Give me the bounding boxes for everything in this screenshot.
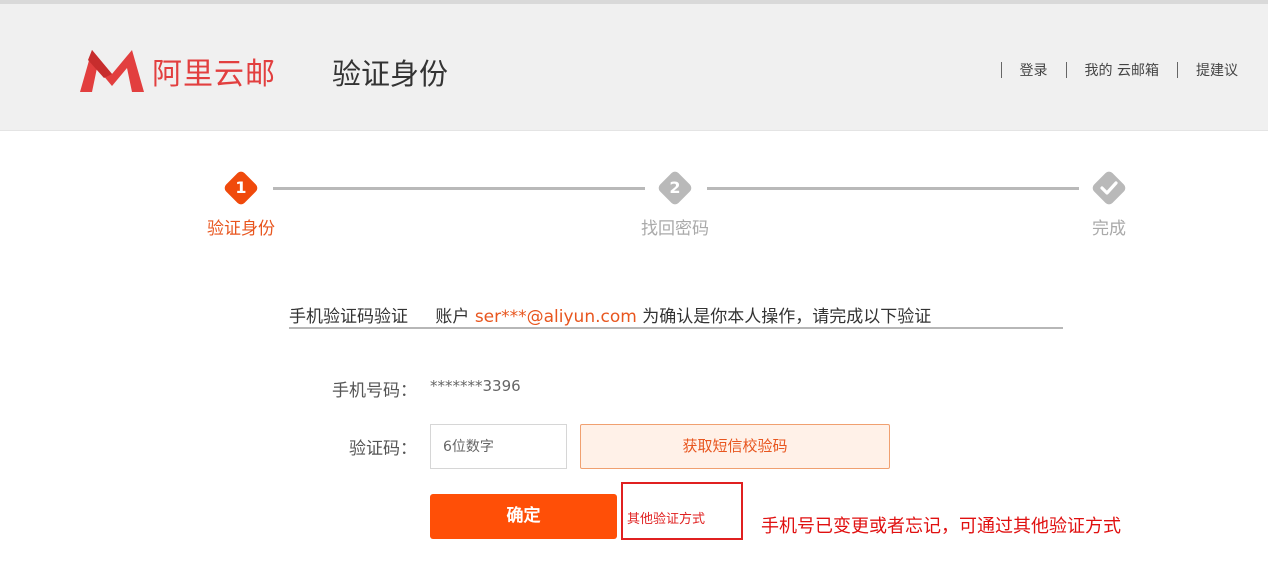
step-2-label: 找回密码: [641, 219, 709, 239]
code-label: 验证码：: [349, 439, 417, 459]
step-2-number: 2: [669, 178, 681, 197]
step-1-number: 1: [235, 178, 247, 197]
confirm-button[interactable]: 确定: [430, 494, 617, 539]
annotation-note: 手机号已变更或者忘记，可通过其他验证方式: [761, 516, 1121, 537]
step-3-label: 完成: [1092, 219, 1126, 239]
get-sms-code-button[interactable]: 获取短信校验码: [580, 424, 890, 469]
phone-value: *******3396: [430, 377, 521, 395]
verify-description: 手机验证码验证 账户 ser***@aliyun.com 为确认是你本人操作，请…: [289, 302, 1063, 329]
step-1-label: 验证身份: [207, 219, 275, 239]
verify-method: 手机验证码验证: [289, 307, 408, 327]
check-icon: [1091, 170, 1127, 206]
phone-label: 手机号码：: [332, 381, 417, 401]
verification-code-input[interactable]: [430, 424, 567, 469]
account-suffix: 为确认是你本人操作，请完成以下验证: [642, 307, 932, 327]
account-email: ser***@aliyun.com: [474, 307, 637, 327]
account-prefix: 账户: [435, 307, 470, 327]
progress-steps: 1 2 验证身份 找回密码 完成: [0, 0, 1268, 250]
step-connector: [273, 187, 645, 190]
other-verification-method-link[interactable]: 其他验证方式: [621, 482, 743, 540]
step-connector: [707, 187, 1079, 190]
